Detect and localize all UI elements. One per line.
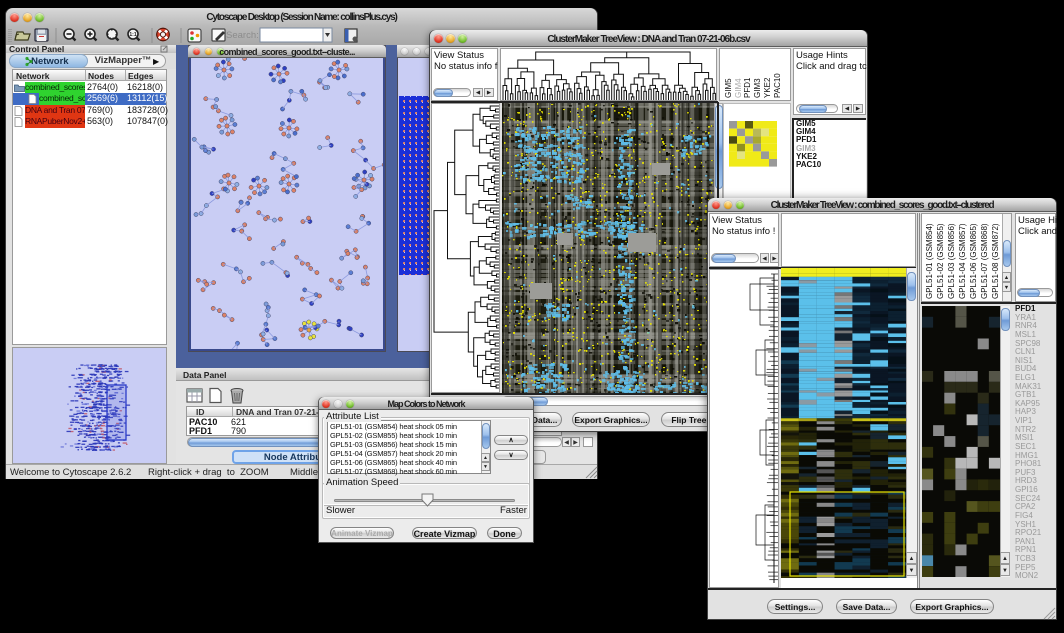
svg-text:Search:: Search: xyxy=(226,30,259,41)
svg-text:1:1: 1:1 xyxy=(129,32,136,38)
